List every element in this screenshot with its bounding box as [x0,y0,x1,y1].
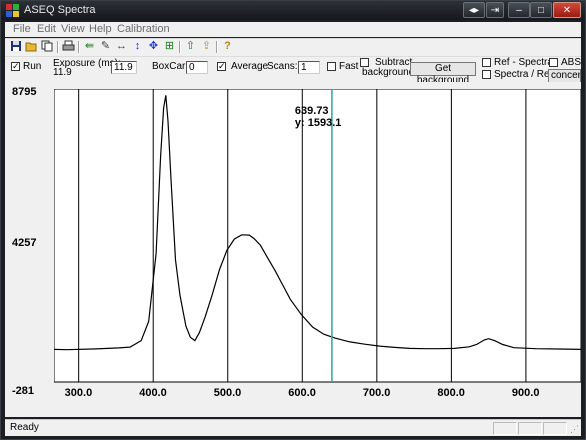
control-bar: ✓ Run Exposure (ms): 11.9 11.9 BoxCar: 0… [5,56,582,86]
run-label: Run [23,61,42,72]
fast-label: Fast [339,61,359,72]
scans-label: Scans: [267,61,298,72]
x-tick-label: 800.0 [437,387,465,399]
menu-bar: File Edit View Help Calibration [5,22,581,37]
wrench-icon[interactable]: ✎ [99,40,112,53]
help-icon[interactable]: ? [221,40,234,53]
spectra-ref-label: Spectra / Ref [494,69,553,80]
x-tick-label: 300.0 [65,387,93,399]
cursor-x-readout: 639.73 [295,105,329,117]
move-icon[interactable]: ✥ [147,40,160,53]
open-folder-icon[interactable] [25,40,38,53]
restore-arrows-icon[interactable]: ◂▸ [463,2,485,18]
minimize-button[interactable]: ‒ [508,2,530,18]
fast-checkbox[interactable] [327,62,336,71]
window-title: ASEQ Spectra [24,4,96,16]
load-icon[interactable]: ⇪ [200,40,213,53]
app-window: ASEQ Spectra ◂▸ ⇥ ‒ □ ✕ File Edit View H… [0,0,586,440]
vertical-scale-icon[interactable]: ↕ [131,40,144,53]
print-icon[interactable] [62,40,75,53]
autoscale-icon[interactable]: ⊞ [163,40,176,53]
x-tick-label: 700.0 [363,387,391,399]
exposure-current: 11.9 [53,67,72,78]
export-icon[interactable]: ⇚ [83,40,96,53]
exposure-input[interactable]: 11.9 [111,61,137,74]
status-bar: Ready ⋰ [5,419,581,436]
spectrum-plot[interactable]: 300.0 400.0 500.0 600.0 700.0 800.0 900.0 639.7… [54,89,581,400]
pin-icon[interactable]: ⇥ [486,2,504,18]
scans-input[interactable]: 1 [298,61,320,74]
toolbar: ⇚ ✎ ↔ ↕ ✥ ⊞ ⇧ ⇪ ? [5,38,581,56]
run-checkbox[interactable]: ✓ [11,62,20,71]
subtract-background-checkbox[interactable] [360,58,369,67]
y-axis-min-label: -281 [12,385,35,397]
maximize-button[interactable]: □ [530,2,552,18]
concentration-button[interactable]: concentr [548,69,581,83]
status-text: Ready [10,422,39,433]
x-tick-label: 900.0 [512,387,540,399]
toolbar-separator [216,41,218,53]
title-bar[interactable]: ASEQ Spectra ◂▸ ⇥ ‒ □ ✕ [1,1,585,20]
abs-label: ABS [561,57,582,68]
menu-view[interactable]: View [61,23,85,35]
menu-edit[interactable]: Edit [37,23,56,35]
x-tick-label: 500.0 [214,387,242,399]
cursor-y-readout: y: 1593.1 [295,117,341,129]
menu-calibration[interactable]: Calibration [117,23,170,35]
horizontal-scale-icon[interactable]: ↔ [115,40,128,53]
close-button[interactable]: ✕ [553,2,581,18]
status-panel [493,422,517,435]
aseq-app-icon [6,4,19,17]
boxcar-label: BoxCar: [152,61,189,72]
y-axis-max-label: 8795 [12,86,37,98]
x-tick-label: 400.0 [139,387,167,399]
get-background-button[interactable]: Get background [410,62,476,86]
toolbar-separator [179,41,181,53]
copy-icon[interactable] [41,40,54,53]
ref-spectra-label: Ref - Spectra [494,57,553,68]
boxcar-input[interactable]: 0 [186,61,208,74]
up-arrow-icon[interactable]: ⇧ [184,40,197,53]
spectra-ref-checkbox[interactable] [482,70,491,79]
toolbar-separator [78,41,80,53]
average-label: Average [231,61,269,72]
save-icon[interactable] [9,40,22,53]
average-checkbox[interactable]: ✓ [217,62,226,71]
resize-grip-icon[interactable]: ⋰ [570,424,579,435]
menu-help[interactable]: Help [89,23,112,35]
menu-file[interactable]: File [13,23,31,35]
plot-background [54,89,581,383]
y-axis-mid-label: 4257 [12,237,37,249]
x-tick-label: 600.0 [288,387,316,399]
status-panel [518,422,542,435]
ref-spectra-checkbox[interactable] [482,58,491,67]
abs-checkbox[interactable] [549,58,558,67]
toolbar-separator [57,41,59,53]
background-label: background [362,67,415,78]
status-panel [543,422,567,435]
